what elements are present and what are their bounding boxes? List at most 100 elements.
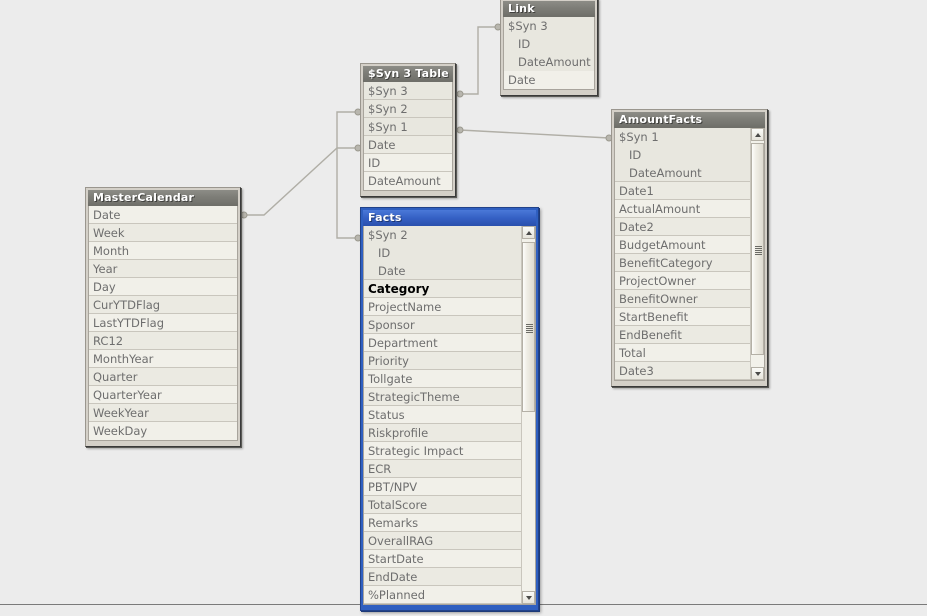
table-field-row[interactable]: Tollgate bbox=[364, 370, 521, 388]
connector-syn3table-to-link bbox=[460, 26, 498, 95]
vertical-scrollbar[interactable] bbox=[521, 226, 535, 604]
table-field-row[interactable]: ProjectName bbox=[364, 298, 521, 316]
table-field-row[interactable]: Total bbox=[615, 344, 750, 362]
table-box-link[interactable]: Link $Syn 3 ID DateAmount Date bbox=[500, 0, 598, 96]
table-title-syn3table[interactable]: $Syn 3 Table bbox=[363, 66, 453, 82]
table-field-row[interactable]: Date bbox=[504, 71, 594, 89]
connector-syn3table-to-amountfacts bbox=[459, 129, 610, 139]
table-field-row[interactable]: Priority bbox=[364, 352, 521, 370]
table-footer bbox=[363, 191, 453, 194]
table-field-row[interactable]: Quarter bbox=[89, 368, 237, 386]
table-field-row[interactable]: Week bbox=[89, 224, 237, 242]
table-field-row[interactable]: Date bbox=[364, 136, 452, 154]
table-field-row[interactable]: RC12 bbox=[89, 332, 237, 350]
table-field-list-mastercalendar: Date Week Month Year Day CurYTDFlag LastYTDFla… bbox=[88, 206, 238, 441]
connector-mastercalendar-to-syn3table bbox=[244, 147, 358, 216]
table-field-row[interactable]: DateAmount bbox=[615, 164, 750, 182]
scroll-down-button[interactable] bbox=[522, 591, 535, 604]
table-field-row[interactable]: Status bbox=[364, 406, 521, 424]
table-field-row[interactable]: QuarterYear bbox=[89, 386, 237, 404]
table-box-syn3table[interactable]: $Syn 3 Table $Syn 3 $Syn 2 $Syn 1 Date ID Date… bbox=[360, 63, 456, 197]
table-field-row[interactable]: TotalScore bbox=[364, 496, 521, 514]
table-field-row[interactable]: ID bbox=[364, 154, 452, 172]
table-field-row[interactable]: Strategic Impact bbox=[364, 442, 521, 460]
table-field-row[interactable]: EndBenefit bbox=[615, 326, 750, 344]
scroll-up-button[interactable] bbox=[522, 226, 535, 239]
table-title-mastercalendar[interactable]: MasterCalendar bbox=[88, 190, 238, 206]
connector-syn3table-to-facts bbox=[336, 111, 358, 239]
table-field-row[interactable]: StartDate bbox=[364, 550, 521, 568]
table-field-row[interactable]: WeekYear bbox=[89, 404, 237, 422]
table-field-row[interactable]: $Syn 3 bbox=[364, 82, 452, 100]
dot-syn3table-syn1-right bbox=[456, 126, 464, 134]
scroll-thumb[interactable] bbox=[751, 143, 764, 355]
table-field-row[interactable]: ID bbox=[615, 146, 750, 164]
table-field-row[interactable]: Date bbox=[364, 262, 521, 280]
table-field-row[interactable]: Month bbox=[89, 242, 237, 260]
table-field-row[interactable]: $Syn 1 bbox=[615, 128, 750, 146]
table-field-row[interactable]: StartBenefit bbox=[615, 308, 750, 326]
table-title-link[interactable]: Link bbox=[503, 1, 595, 17]
table-field-row[interactable]: $Syn 3 bbox=[504, 17, 594, 35]
table-field-row[interactable]: $Syn 2 bbox=[364, 100, 452, 118]
scroll-down-button[interactable] bbox=[751, 367, 764, 380]
scroll-thumb[interactable] bbox=[522, 242, 535, 412]
table-field-row[interactable]: Riskprofile bbox=[364, 424, 521, 442]
scroll-thumb-grip bbox=[755, 246, 762, 247]
dot-mastercalendar-date-right bbox=[240, 211, 248, 219]
table-field-row[interactable]: Date1 bbox=[615, 182, 750, 200]
data-model-viewer-canvas[interactable]: Link $Syn 3 ID DateAmount Date $Syn 3 Table $S… bbox=[0, 0, 927, 616]
table-field-row[interactable]: Remarks bbox=[364, 514, 521, 532]
table-footer bbox=[503, 90, 595, 93]
table-field-row[interactable]: Department bbox=[364, 334, 521, 352]
table-field-row[interactable]: Date bbox=[89, 206, 237, 224]
table-field-row[interactable]: Category bbox=[364, 280, 521, 298]
chevron-down-icon bbox=[755, 372, 761, 376]
table-box-amountfacts[interactable]: AmountFacts $Syn 1 ID DateAmount Date1 Actual… bbox=[611, 109, 768, 387]
scroll-thumb-grip bbox=[526, 330, 533, 331]
table-field-row[interactable]: ID bbox=[364, 244, 521, 262]
table-field-list-amountfacts: $Syn 1 ID DateAmount Date1 ActualAmount Date2… bbox=[614, 128, 765, 381]
table-field-row[interactable]: EndDate bbox=[364, 568, 521, 586]
chevron-up-icon bbox=[755, 133, 761, 137]
table-field-row[interactable]: MonthYear bbox=[89, 350, 237, 368]
scroll-thumb-grip bbox=[755, 248, 762, 249]
table-field-row[interactable]: DateAmount bbox=[364, 172, 452, 190]
table-title-amountfacts[interactable]: AmountFacts bbox=[614, 112, 765, 128]
field-column: $Syn 3 $Syn 2 $Syn 1 Date ID DateAmount bbox=[364, 82, 452, 190]
table-field-row[interactable]: %Planned bbox=[364, 586, 521, 604]
table-field-row[interactable]: Year bbox=[89, 260, 237, 278]
table-field-row[interactable]: OverallRAG bbox=[364, 532, 521, 550]
table-field-row[interactable]: CurYTDFlag bbox=[89, 296, 237, 314]
table-field-row[interactable]: Date3 bbox=[615, 362, 750, 380]
table-field-row[interactable]: Sponsor bbox=[364, 316, 521, 334]
table-field-row[interactable]: Date2 bbox=[615, 218, 750, 236]
table-field-list-syn3table: $Syn 3 $Syn 2 $Syn 1 Date ID DateAmount bbox=[363, 82, 453, 191]
table-field-row[interactable]: ECR bbox=[364, 460, 521, 478]
table-box-facts[interactable]: Facts $Syn 2 ID Date Category ProjectName Spon… bbox=[360, 207, 539, 611]
scroll-up-button[interactable] bbox=[751, 128, 764, 141]
vertical-scrollbar[interactable] bbox=[750, 128, 764, 380]
table-field-row[interactable]: Day bbox=[89, 278, 237, 296]
table-field-row[interactable]: $Syn 2 bbox=[364, 226, 521, 244]
table-field-list-facts: $Syn 2 ID Date Category ProjectName Sponsor De… bbox=[363, 226, 536, 605]
dot-syn3table-syn3-right bbox=[456, 90, 464, 98]
table-field-row[interactable]: ID bbox=[504, 35, 594, 53]
table-footer bbox=[88, 441, 238, 444]
table-field-row[interactable]: $Syn 1 bbox=[364, 118, 452, 136]
table-field-row[interactable]: PBT/NPV bbox=[364, 478, 521, 496]
table-field-row[interactable]: ProjectOwner bbox=[615, 272, 750, 290]
table-field-row[interactable]: LastYTDFlag bbox=[89, 314, 237, 332]
table-field-row[interactable]: BudgetAmount bbox=[615, 236, 750, 254]
scroll-thumb-grip bbox=[755, 252, 762, 253]
table-field-row[interactable]: WeekDay bbox=[89, 422, 237, 440]
table-field-row[interactable]: BenefitCategory bbox=[615, 254, 750, 272]
table-field-row[interactable]: DateAmount bbox=[504, 53, 594, 71]
table-box-mastercalendar[interactable]: MasterCalendar Date Week Month Year Day CurYTD… bbox=[85, 187, 241, 447]
field-column: $Syn 2 ID Date Category ProjectName Sponsor De… bbox=[364, 226, 521, 604]
table-field-row[interactable]: BenefitOwner bbox=[615, 290, 750, 308]
table-field-row[interactable]: StrategicTheme bbox=[364, 388, 521, 406]
table-title-facts[interactable]: Facts bbox=[363, 210, 536, 226]
field-column: $Syn 3 ID DateAmount Date bbox=[504, 17, 594, 89]
table-field-row[interactable]: ActualAmount bbox=[615, 200, 750, 218]
